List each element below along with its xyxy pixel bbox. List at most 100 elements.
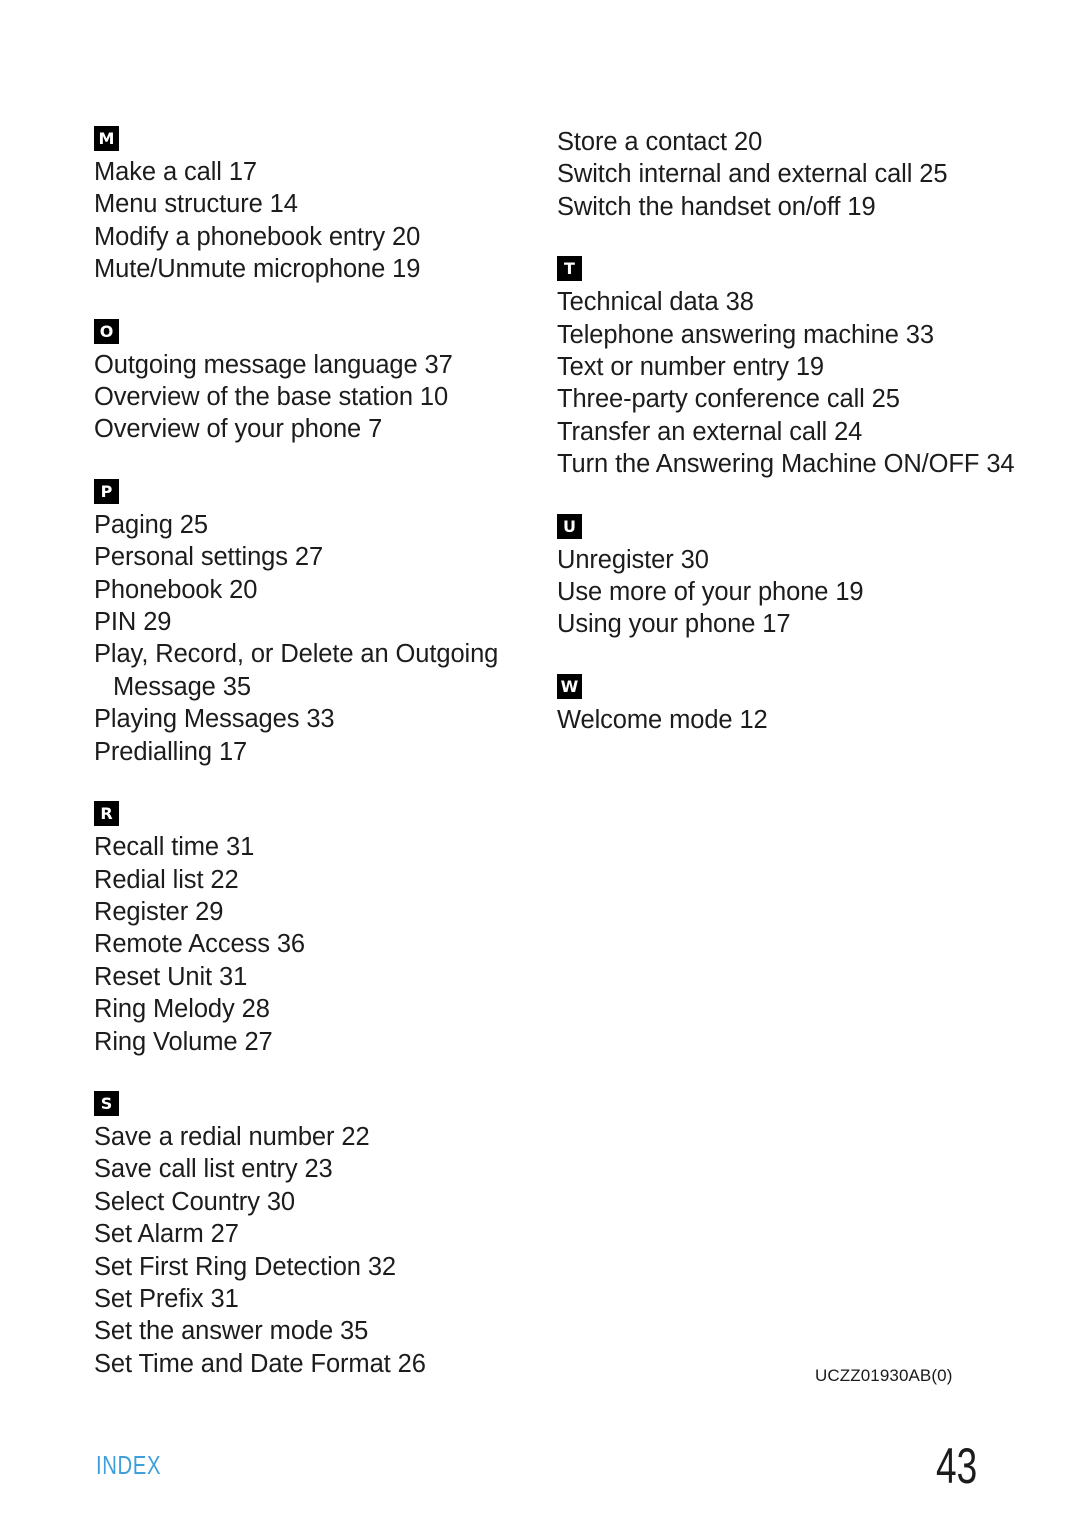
- index-entry[interactable]: Switch the handset on/off 19: [557, 191, 997, 223]
- index-entry[interactable]: Ring Volume 27: [94, 1026, 534, 1058]
- index-section-w: W Welcome mode 12: [557, 673, 997, 736]
- index-entry[interactable]: Redial list 22: [94, 864, 534, 896]
- index-entry-text: Paging 25: [94, 510, 208, 539]
- index-entry[interactable]: Paging 25: [94, 509, 534, 541]
- index-entry[interactable]: Outgoing message language 37: [94, 349, 534, 381]
- index-entry-text: Ring Melody 28: [94, 995, 270, 1024]
- section-letter-badge: M: [94, 126, 119, 151]
- index-entry[interactable]: Set Time and Date Format 26: [94, 1348, 534, 1380]
- index-entry[interactable]: Use more of your phone 19: [557, 576, 997, 608]
- index-entry-text: Redial list 22: [94, 865, 239, 894]
- index-entry[interactable]: Set Prefix 31: [94, 1283, 534, 1315]
- index-section-m: M Make a call 17 Menu structure 14 Modify a…: [94, 126, 534, 286]
- section-letter-badge: S: [94, 1090, 119, 1116]
- index-entry[interactable]: Three-party conference call 25: [557, 383, 997, 415]
- index-entry-text: Set Prefix 31: [94, 1284, 239, 1313]
- index-entry[interactable]: Using your phone 17: [557, 608, 997, 640]
- index-entry-text: Transfer an external call 24: [557, 417, 863, 446]
- index-page: M Make a call 17 Menu structure 14 Modify a…: [0, 0, 1080, 1525]
- index-entry[interactable]: Play, Record, or Delete an Outgoing Messa…: [94, 638, 534, 703]
- index-entry-text: Register 29: [94, 897, 224, 926]
- index-entry-list: Welcome mode 12: [557, 704, 997, 736]
- index-entry[interactable]: Recall time 31: [94, 831, 534, 863]
- index-entry[interactable]: Overview of your phone 7: [94, 413, 534, 445]
- index-entry[interactable]: Predialling 17: [94, 736, 534, 768]
- index-entry[interactable]: Switch internal and external call 25: [557, 158, 997, 190]
- index-entry-text: Switch the handset on/off 19: [557, 192, 876, 221]
- index-entry[interactable]: Text or number entry 19: [557, 351, 997, 383]
- index-section-p: P Paging 25 Personal settings 27 Phonebook …: [94, 478, 534, 768]
- index-entry[interactable]: Playing Messages 33: [94, 703, 534, 735]
- index-entry[interactable]: Transfer an external call 24: [557, 416, 997, 448]
- section-letter-badge: U: [557, 513, 582, 539]
- index-entry-list: Recall time 31 Redial list 22 Register 29 R…: [94, 831, 534, 1058]
- index-entry-list: Unregister 30 Use more of your phone 19 Us…: [557, 544, 997, 641]
- index-entry[interactable]: Overview of the base station 10: [94, 381, 534, 413]
- index-entry-text: Technical data 38: [557, 288, 754, 317]
- index-entry[interactable]: Turn the Answering Machine ON/OFF 34: [557, 448, 1015, 480]
- index-entry-text: Select Country 30: [94, 1187, 295, 1216]
- index-entry[interactable]: Unregister 30: [557, 544, 997, 576]
- index-entry[interactable]: Welcome mode 12: [557, 704, 997, 736]
- index-entry-continuation: Message 35: [113, 672, 251, 701]
- index-column-right: Store a contact 20 Switch internal and ex…: [557, 126, 1015, 736]
- section-letter-badge: R: [94, 801, 119, 827]
- index-entry-text: Set the answer mode 35: [94, 1317, 369, 1346]
- index-entry-text: Using your phone 17: [557, 610, 791, 639]
- index-entry-text: Menu structure 14: [94, 190, 298, 219]
- index-entry[interactable]: Select Country 30: [94, 1186, 534, 1218]
- index-entry[interactable]: Save a redial number 22: [94, 1121, 534, 1153]
- index-entry-text: PIN 29: [94, 608, 172, 637]
- index-entry[interactable]: Menu structure 14: [94, 188, 534, 220]
- index-entry-text: Telephone answering machine 33: [557, 320, 934, 349]
- section-letter-badge: T: [557, 256, 582, 282]
- index-entry[interactable]: Register 29: [94, 896, 534, 928]
- index-entry[interactable]: Technical data 38: [557, 286, 997, 318]
- index-entry-text: Three-party conference call 25: [557, 385, 900, 414]
- index-entry[interactable]: Set First Ring Detection 32: [94, 1251, 534, 1283]
- index-entry[interactable]: Set Alarm 27: [94, 1218, 534, 1250]
- index-entry-text: Overview of your phone 7: [94, 415, 383, 444]
- index-entry[interactable]: Mute/Unmute microphone 19: [94, 253, 534, 285]
- index-entry[interactable]: Save call list entry 23: [94, 1153, 534, 1185]
- index-entry-text: Switch internal and external call 25: [557, 160, 948, 189]
- index-entry[interactable]: Store a contact 20: [557, 126, 997, 158]
- index-entry-text: Ring Volume 27: [94, 1027, 273, 1056]
- section-letter-badge: O: [94, 318, 119, 344]
- index-entry-text: Welcome mode 12: [557, 705, 768, 734]
- index-entry-text: Overview of the base station 10: [94, 383, 449, 412]
- index-entry-text: Phonebook 20: [94, 575, 258, 604]
- page-number: 43: [936, 1438, 978, 1494]
- section-letter-badge: P: [94, 478, 119, 504]
- index-entry[interactable]: PIN 29: [94, 606, 534, 638]
- index-entry[interactable]: Set the answer mode 35: [94, 1315, 534, 1347]
- index-entry[interactable]: Personal settings 27: [94, 541, 534, 573]
- index-entry-list: Technical data 38 Telephone answering mac…: [557, 286, 1015, 480]
- index-column-left: M Make a call 17 Menu structure 14 Modify a…: [94, 126, 534, 1380]
- index-entry-text: Personal settings 27: [94, 543, 324, 572]
- index-section-continued: Store a contact 20 Switch internal and ex…: [557, 126, 997, 223]
- index-section-r: R Recall time 31 Redial list 22 Register 29…: [94, 801, 534, 1058]
- index-entry[interactable]: Reset Unit 31: [94, 961, 534, 993]
- index-entry-text: Predialling 17: [94, 737, 248, 766]
- index-entry-text: Make a call 17: [94, 158, 258, 186]
- index-entry-text: Modify a phonebook entry 20: [94, 222, 421, 251]
- index-entry-text: Turn the Answering Machine ON/OFF 34: [557, 450, 1015, 479]
- document-code: UCZZ01930AB(0): [815, 1366, 953, 1385]
- index-entry[interactable]: Modify a phonebook entry 20: [94, 221, 534, 253]
- index-entry-text: Play, Record, or Delete an Outgoing: [94, 640, 499, 669]
- index-entry[interactable]: Make a call 17: [94, 156, 534, 188]
- index-entry[interactable]: Phonebook 20: [94, 574, 534, 606]
- index-entry-text: Unregister 30: [557, 545, 709, 574]
- index-entry-text: Save call list entry 23: [94, 1155, 333, 1184]
- section-letter-badge: W: [557, 673, 582, 699]
- index-section-t: T Technical data 38 Telephone answering ma…: [557, 256, 1015, 480]
- index-section-s: S Save a redial number 22 Save call list e…: [94, 1090, 534, 1380]
- index-entry-list: Paging 25 Personal settings 27 Phonebook 2…: [94, 509, 534, 768]
- index-entry[interactable]: Ring Melody 28: [94, 993, 534, 1025]
- index-entry[interactable]: Telephone answering machine 33: [557, 319, 997, 351]
- index-columns: M Make a call 17 Menu structure 14 Modify a…: [0, 0, 1080, 1400]
- index-entry-text: Recall time 31: [94, 833, 255, 862]
- index-entry-text: Use more of your phone 19: [557, 578, 864, 607]
- index-entry[interactable]: Remote Access 36: [94, 928, 534, 960]
